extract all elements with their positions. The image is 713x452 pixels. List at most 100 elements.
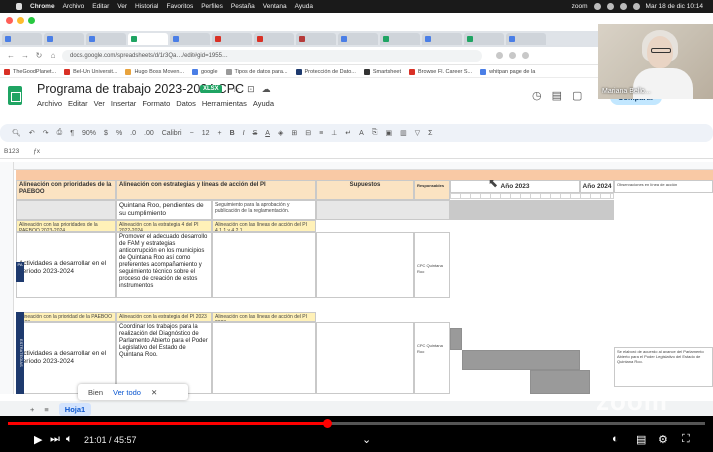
browser-tab[interactable] bbox=[254, 33, 294, 45]
spreadsheet-grid[interactable]: Alineación con prioridades de la PAEBOO … bbox=[0, 162, 713, 394]
cell-responsable[interactable]: CPC Quintana Roo bbox=[414, 232, 450, 298]
bookmark-item[interactable]: Smartsheet bbox=[363, 68, 401, 75]
search-icon[interactable] bbox=[632, 3, 640, 10]
zoom-icon[interactable] bbox=[496, 52, 503, 59]
cell-lines-detail-2[interactable] bbox=[212, 322, 316, 394]
timeline-bar[interactable] bbox=[450, 328, 462, 350]
bookmark-item[interactable]: whitpan page de la bbox=[480, 68, 535, 75]
browser-tab[interactable] bbox=[422, 33, 462, 45]
autoplay-toggle-icon[interactable]: ◐ bbox=[612, 433, 619, 445]
bookmark-item[interactable]: Tipos de datos para... bbox=[225, 68, 288, 75]
video-progress-track[interactable] bbox=[8, 419, 705, 428]
menubar-item-archivo[interactable]: Archivo bbox=[63, 3, 85, 10]
menubar-item-favoritos[interactable]: Favoritos bbox=[166, 3, 193, 10]
bookmark-item[interactable]: Browse Fl. Career S... bbox=[409, 68, 472, 75]
merge-icon[interactable]: ⊟ bbox=[305, 129, 311, 137]
bookmark-item[interactable]: Protección de Dato... bbox=[295, 68, 356, 75]
cell-alineacion-c2[interactable]: Alineación con las líneas de acción del … bbox=[212, 312, 316, 322]
cell-group[interactable]: Actividades a desarrollar en el período … bbox=[16, 232, 116, 298]
decimal-decrease-icon[interactable]: .0 bbox=[130, 130, 136, 137]
battery-icon[interactable] bbox=[619, 3, 627, 10]
cell-supuestos-2[interactable] bbox=[316, 322, 414, 394]
timeline-bar[interactable] bbox=[462, 350, 580, 370]
back-icon[interactable]: ← bbox=[6, 51, 16, 61]
sheets-logo-icon[interactable] bbox=[8, 86, 22, 105]
browser-tab[interactable] bbox=[2, 33, 42, 45]
menu-archivo[interactable]: Archivo bbox=[37, 99, 62, 108]
url-field[interactable]: docs.google.com/spreadsheets/d/1r3Qa…/ed… bbox=[62, 49, 482, 62]
menubar-item-editar[interactable]: Editar bbox=[92, 3, 109, 10]
font-select[interactable]: Calibri bbox=[162, 130, 182, 137]
history-icon[interactable]: ◷ bbox=[532, 89, 542, 102]
all-sheets-icon[interactable]: ≡ bbox=[44, 405, 48, 414]
search-menus-icon[interactable]: 🔍︎ bbox=[12, 129, 21, 137]
menubar-item-ayuda[interactable]: Ayuda bbox=[295, 3, 313, 10]
borders-icon[interactable]: ⊞ bbox=[291, 129, 297, 137]
comment-icon[interactable]: ▣ bbox=[385, 129, 392, 137]
reload-icon[interactable]: ↻ bbox=[34, 51, 44, 61]
timeline-bar[interactable] bbox=[530, 370, 590, 394]
comments-icon[interactable]: ▤ bbox=[552, 89, 562, 102]
add-sheet-icon[interactable]: + bbox=[30, 405, 34, 414]
cloud-status-icon[interactable]: ☁ bbox=[262, 84, 271, 95]
close-window-icon[interactable] bbox=[6, 17, 13, 24]
cell-reference[interactable]: B123 bbox=[4, 148, 19, 155]
see-all-link[interactable]: Ver todo bbox=[113, 388, 141, 397]
browser-tab[interactable] bbox=[170, 33, 210, 45]
meet-icon[interactable]: ▢ bbox=[572, 89, 582, 102]
functions-icon[interactable]: Σ bbox=[428, 130, 432, 137]
print-icon[interactable]: ⎙ bbox=[57, 129, 63, 137]
fill-color-icon[interactable]: ◈ bbox=[278, 129, 283, 137]
currency-icon[interactable]: $ bbox=[104, 130, 108, 137]
chevron-down-icon[interactable]: ⌄ bbox=[362, 433, 371, 446]
menu-ver[interactable]: Ver bbox=[94, 99, 105, 108]
settings-gear-icon[interactable]: ⚙ bbox=[658, 433, 668, 446]
menubar-item-ventana[interactable]: Ventana bbox=[263, 3, 287, 10]
header-observaciones[interactable]: Observaciones en línea de acción bbox=[614, 180, 713, 193]
header-responsables[interactable]: Responsables bbox=[414, 180, 450, 200]
percent-icon[interactable]: % bbox=[116, 130, 122, 137]
cell-supuestos[interactable] bbox=[316, 232, 414, 298]
next-icon[interactable]: ⏭ bbox=[50, 433, 60, 446]
align-icon[interactable]: ≡ bbox=[319, 130, 323, 137]
bookmark-item[interactable]: Hugo Boss Moven... bbox=[125, 68, 184, 75]
paint-format-icon[interactable]: ¶ bbox=[70, 130, 74, 137]
home-icon[interactable]: ⌂ bbox=[48, 51, 58, 61]
filter-icon[interactable]: ▽ bbox=[415, 129, 420, 137]
menu-insertar[interactable]: Insertar bbox=[111, 99, 136, 108]
video-progress-knob[interactable] bbox=[323, 419, 333, 428]
wrap-icon[interactable]: ↵ bbox=[345, 129, 351, 137]
cell-lines-detail[interactable] bbox=[212, 232, 316, 298]
link-icon[interactable]: ⎘ bbox=[372, 129, 378, 137]
bookmark-item[interactable]: Bel-Un Universit... bbox=[64, 68, 117, 75]
redo-icon[interactable]: ↷ bbox=[43, 129, 49, 137]
zoom-select[interactable]: 90% bbox=[82, 130, 96, 137]
browser-tab[interactable] bbox=[212, 33, 252, 45]
browser-tab-active[interactable] bbox=[128, 33, 168, 45]
browser-tab[interactable] bbox=[338, 33, 378, 45]
cell-pending-desc[interactable]: Seguimiento para la aprobación y publica… bbox=[212, 200, 316, 220]
cell-alineacion-b2[interactable]: Alineación con la estrategia del PI 2023 bbox=[116, 312, 212, 322]
move-icon[interactable]: ⊡ bbox=[247, 84, 255, 95]
cell-empty[interactable] bbox=[16, 200, 116, 220]
font-size-increase-icon[interactable]: + bbox=[217, 130, 221, 137]
zoom-status-icon[interactable] bbox=[593, 3, 601, 10]
menubar-clock[interactable]: Mar 18 de dic 10:14 bbox=[646, 3, 703, 10]
valign-icon[interactable]: ⊥ bbox=[331, 129, 337, 137]
menubar-app-name[interactable]: Chrome bbox=[30, 3, 55, 10]
header-prioridades[interactable]: Alineación con prioridades de la PAEBOO bbox=[16, 180, 116, 200]
italic-icon[interactable]: I bbox=[243, 130, 245, 137]
menu-herramientas[interactable]: Herramientas bbox=[202, 99, 247, 108]
font-size-decrease-icon[interactable]: − bbox=[190, 130, 194, 137]
sheet-tab-hoja1[interactable]: Hoja1 bbox=[58, 402, 92, 416]
browser-tab[interactable] bbox=[86, 33, 126, 45]
menubar-item-pestana[interactable]: Pestaña bbox=[231, 3, 255, 10]
header-year-2024[interactable]: Año 2024 bbox=[580, 180, 614, 193]
wifi-icon[interactable] bbox=[606, 3, 614, 10]
bold-icon[interactable]: B bbox=[230, 130, 235, 137]
header-year-2023[interactable]: Año 2023 bbox=[450, 180, 580, 193]
minimize-window-icon[interactable] bbox=[17, 17, 24, 24]
font-size-field[interactable]: 12 bbox=[202, 130, 210, 137]
cell-alineacion-c[interactable]: Alineación con las líneas de acción del … bbox=[212, 220, 316, 232]
apple-icon[interactable] bbox=[16, 3, 22, 10]
